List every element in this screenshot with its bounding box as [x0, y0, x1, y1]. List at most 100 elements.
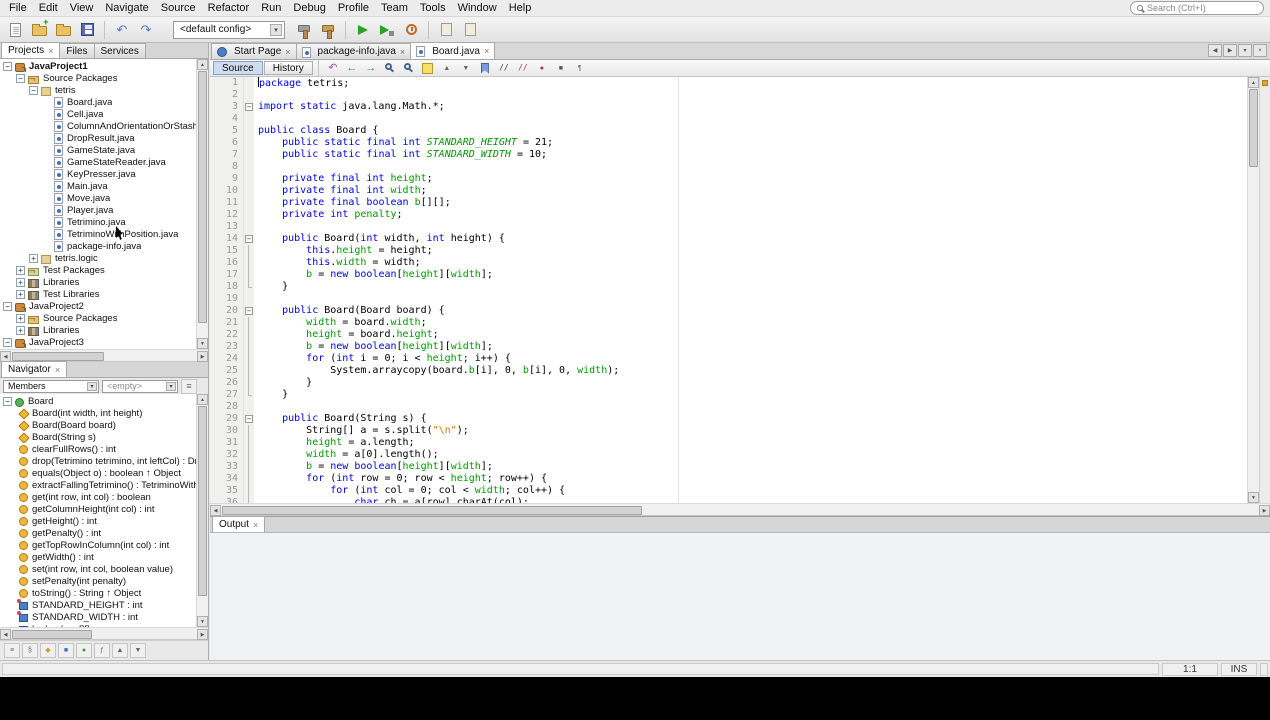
- uncomment-icon[interactable]: //: [514, 61, 532, 76]
- close-icon[interactable]: ×: [484, 46, 489, 56]
- line-number[interactable]: 34: [210, 473, 244, 485]
- member-get[interactable]: get(int row, int col) : boolean: [0, 491, 196, 503]
- tab-output[interactable]: Output ×: [212, 516, 266, 532]
- code-editor[interactable]: 1 package tetris; 2 3− import static java.la…: [210, 77, 1270, 503]
- line-number[interactable]: 13: [210, 221, 244, 233]
- last-edit-icon[interactable]: ↶: [324, 61, 342, 76]
- back-icon[interactable]: ←: [343, 61, 361, 76]
- line-number[interactable]: 8: [210, 161, 244, 173]
- scrollbar-thumb[interactable]: [12, 352, 104, 361]
- collapse-icon[interactable]: −: [3, 301, 12, 311]
- code-line-32[interactable]: 32 width = a[0].length();: [210, 449, 1246, 461]
- navigator-vertical-scrollbar[interactable]: ▲ ▼: [196, 394, 208, 627]
- code-line-23[interactable]: 23 b = new boolean[height][width];: [210, 341, 1246, 353]
- code-line-18[interactable]: 18 }: [210, 281, 1246, 293]
- format-icon[interactable]: ¶: [571, 61, 589, 76]
- menu-item-debug[interactable]: Debug: [287, 1, 331, 15]
- scroll-left-icon[interactable]: ◀: [0, 629, 11, 640]
- code-line-6[interactable]: 6 public static final int STANDARD_HEIGH…: [210, 137, 1246, 149]
- member-getwidth[interactable]: getWidth() : int: [0, 551, 196, 563]
- panel-tab-files[interactable]: Files: [59, 43, 95, 58]
- code-line-27[interactable]: 27 }: [210, 389, 1246, 401]
- expand-icon[interactable]: +: [16, 289, 25, 299]
- fold-collapse-icon[interactable]: −: [245, 307, 253, 315]
- code-line-10[interactable]: 10 private final int width;: [210, 185, 1246, 197]
- line-number[interactable]: 24: [210, 353, 244, 365]
- code-line-7[interactable]: 7 public static final int STANDARD_WIDTH…: [210, 149, 1246, 161]
- menu-item-tools[interactable]: Tools: [414, 1, 452, 15]
- comment-icon[interactable]: //: [495, 61, 513, 76]
- tree-node-board-java[interactable]: Board.java: [0, 96, 196, 108]
- line-number[interactable]: 23: [210, 341, 244, 353]
- code-line-15[interactable]: 15 this.height = height;: [210, 245, 1246, 257]
- editor-horizontal-scrollbar[interactable]: ◀ ▶: [210, 503, 1270, 516]
- scrollbar-thumb[interactable]: [1249, 89, 1258, 167]
- member-board[interactable]: Board(String s): [0, 431, 196, 443]
- expand-all-icon[interactable]: ▲: [112, 643, 128, 658]
- code-line-9[interactable]: 9 private final int height;: [210, 173, 1246, 185]
- line-number[interactable]: 33: [210, 461, 244, 473]
- code-line-28[interactable]: 28: [210, 401, 1246, 413]
- fold-collapse-icon[interactable]: −: [245, 103, 253, 111]
- navigator-filter-combo[interactable]: <empty> ▾: [102, 379, 178, 393]
- line-number[interactable]: 19: [210, 293, 244, 305]
- quick-search-input[interactable]: Search (Ctrl+I): [1130, 1, 1264, 15]
- scroll-down-icon[interactable]: ▼: [1248, 492, 1259, 503]
- find-selection-icon[interactable]: [400, 61, 418, 76]
- line-number[interactable]: 2: [210, 89, 244, 101]
- filter-fields-icon[interactable]: ◆: [40, 643, 56, 658]
- code-line-35[interactable]: 35 for (int col = 0; col < width; col++)…: [210, 485, 1246, 497]
- error-stripe[interactable]: [1259, 77, 1270, 503]
- tree-node-javaproject2[interactable]: − JavaProject2: [0, 300, 196, 312]
- code-line-20[interactable]: 20− public Board(Board board) {: [210, 305, 1246, 317]
- scroll-right-icon[interactable]: ▶: [197, 629, 208, 640]
- tree-node-keypresser-java[interactable]: KeyPresser.java: [0, 168, 196, 180]
- line-number[interactable]: 30: [210, 425, 244, 437]
- navigator-horizontal-scrollbar[interactable]: ◀ ▶: [0, 627, 208, 640]
- forward-icon[interactable]: →: [362, 61, 380, 76]
- navigator-root-node[interactable]: − Board: [0, 395, 196, 407]
- collapse-icon[interactable]: −: [3, 337, 12, 347]
- filter-inherited-icon[interactable]: ƒ: [94, 643, 110, 658]
- collapse-icon[interactable]: −: [29, 85, 38, 95]
- menu-item-profile[interactable]: Profile: [332, 1, 375, 15]
- sort-source-icon[interactable]: §: [22, 643, 38, 658]
- stop-macro-icon[interactable]: ■: [552, 61, 570, 76]
- code-line-22[interactable]: 22 height = board.height;: [210, 329, 1246, 341]
- code-line-5[interactable]: 5 public class Board {: [210, 125, 1246, 137]
- expand-icon[interactable]: +: [16, 265, 25, 275]
- member-tostring[interactable]: toString() : String ↑ Object: [0, 587, 196, 599]
- tree-node-gamestate-java[interactable]: GameState.java: [0, 144, 196, 156]
- line-number[interactable]: 26: [210, 377, 244, 389]
- expand-icon[interactable]: +: [29, 253, 38, 263]
- scroll-up-icon[interactable]: ▲: [197, 394, 208, 405]
- close-icon[interactable]: ×: [55, 365, 60, 375]
- tab-navigator[interactable]: Navigator ×: [1, 361, 68, 377]
- member-standard-height[interactable]: STANDARD_HEIGHT : int: [0, 599, 196, 611]
- next-occurrence-icon[interactable]: ▼: [457, 61, 475, 76]
- tree-node-javaproject3[interactable]: − JavaProject3: [0, 336, 196, 348]
- tree-node-tetris-logic[interactable]: + tetris.logic: [0, 252, 196, 264]
- code-line-3[interactable]: 3− import static java.lang.Math.*;: [210, 101, 1246, 113]
- scroll-right-icon[interactable]: ▶: [197, 351, 208, 362]
- close-icon[interactable]: ×: [253, 520, 258, 530]
- member-gettoprowincolumn[interactable]: getTopRowInColumn(int col) : int: [0, 539, 196, 551]
- scroll-down-icon[interactable]: ▼: [197, 338, 208, 349]
- panel-tab-projects[interactable]: Projects ×: [1, 42, 61, 58]
- collapse-icon[interactable]: −: [3, 396, 12, 406]
- code-line-14[interactable]: 14− public Board(int width, int height) …: [210, 233, 1246, 245]
- menu-item-help[interactable]: Help: [503, 1, 538, 15]
- expand-icon[interactable]: +: [16, 313, 25, 323]
- menu-item-file[interactable]: File: [3, 1, 33, 15]
- menu-item-edit[interactable]: Edit: [33, 1, 64, 15]
- menu-item-team[interactable]: Team: [375, 1, 414, 15]
- line-number[interactable]: 7: [210, 149, 244, 161]
- line-number[interactable]: 35: [210, 485, 244, 497]
- line-number[interactable]: 25: [210, 365, 244, 377]
- run-project-icon[interactable]: [352, 19, 374, 41]
- new-project-icon[interactable]: [28, 18, 50, 41]
- line-number[interactable]: 3: [210, 101, 244, 113]
- tree-node-libraries[interactable]: + Libraries: [0, 324, 196, 336]
- line-number[interactable]: 5: [210, 125, 244, 137]
- line-number[interactable]: 1: [210, 77, 244, 89]
